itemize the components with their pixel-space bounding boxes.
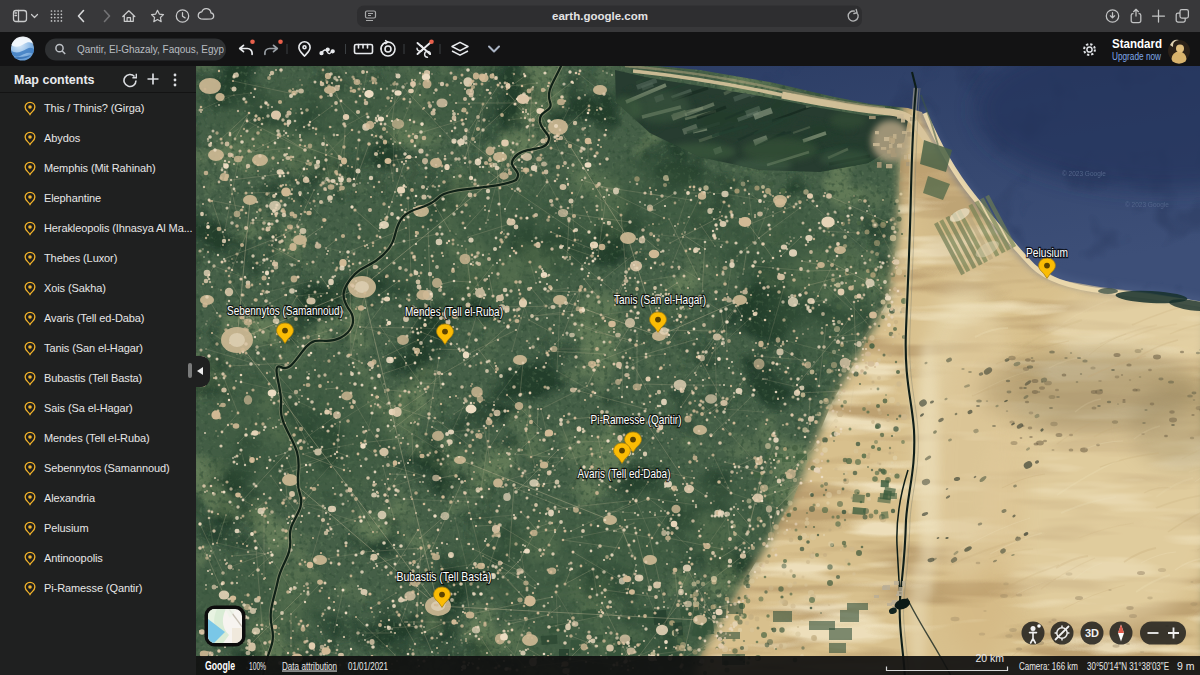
svg-text:© 2023 Google: © 2023 Google xyxy=(1125,201,1169,209)
svg-text:© 2023 Google: © 2023 Google xyxy=(1062,170,1106,178)
svg-text:Pelusium: Pelusium xyxy=(1026,245,1068,260)
svg-text:Upgrade now: Upgrade now xyxy=(1112,50,1161,62)
svg-text:earth.google.com: earth.google.com xyxy=(552,10,648,22)
svg-text:Mendes (Tell el-Ruba): Mendes (Tell el-Ruba) xyxy=(405,304,503,319)
svg-text:Qantir, El-Ghazaly, Faqous, Eg: Qantir, El-Ghazaly, Faqous, Egyp xyxy=(77,43,224,55)
svg-text:Sebennytos (Samannoud): Sebennytos (Samannoud) xyxy=(227,303,343,318)
svg-text:Camera: 166 km: Camera: 166 km xyxy=(1019,660,1078,672)
svg-text:Bubastis (Tell Basta): Bubastis (Tell Basta) xyxy=(397,569,492,584)
svg-text:3D: 3D xyxy=(1085,627,1099,639)
svg-text:Avaris (Tell ed-Daba): Avaris (Tell ed-Daba) xyxy=(578,466,671,481)
svg-text:9 m: 9 m xyxy=(1177,660,1195,672)
svg-text:100%: 100% xyxy=(249,660,266,672)
svg-text:Tanis (San el-Hagar): Tanis (San el-Hagar) xyxy=(614,292,706,307)
svg-text:01/01/2021: 01/01/2021 xyxy=(348,660,388,672)
svg-text:20 km: 20 km xyxy=(975,652,1004,664)
svg-text:Standard: Standard xyxy=(1112,37,1162,51)
svg-text:Google: Google xyxy=(205,659,235,673)
svg-text:Pi-Ramesse (Qantir): Pi-Ramesse (Qantir) xyxy=(591,412,682,427)
svg-text:30°50'14"N 31°38'03"E: 30°50'14"N 31°38'03"E xyxy=(1087,660,1169,672)
svg-text:Data attribution: Data attribution xyxy=(282,660,337,672)
